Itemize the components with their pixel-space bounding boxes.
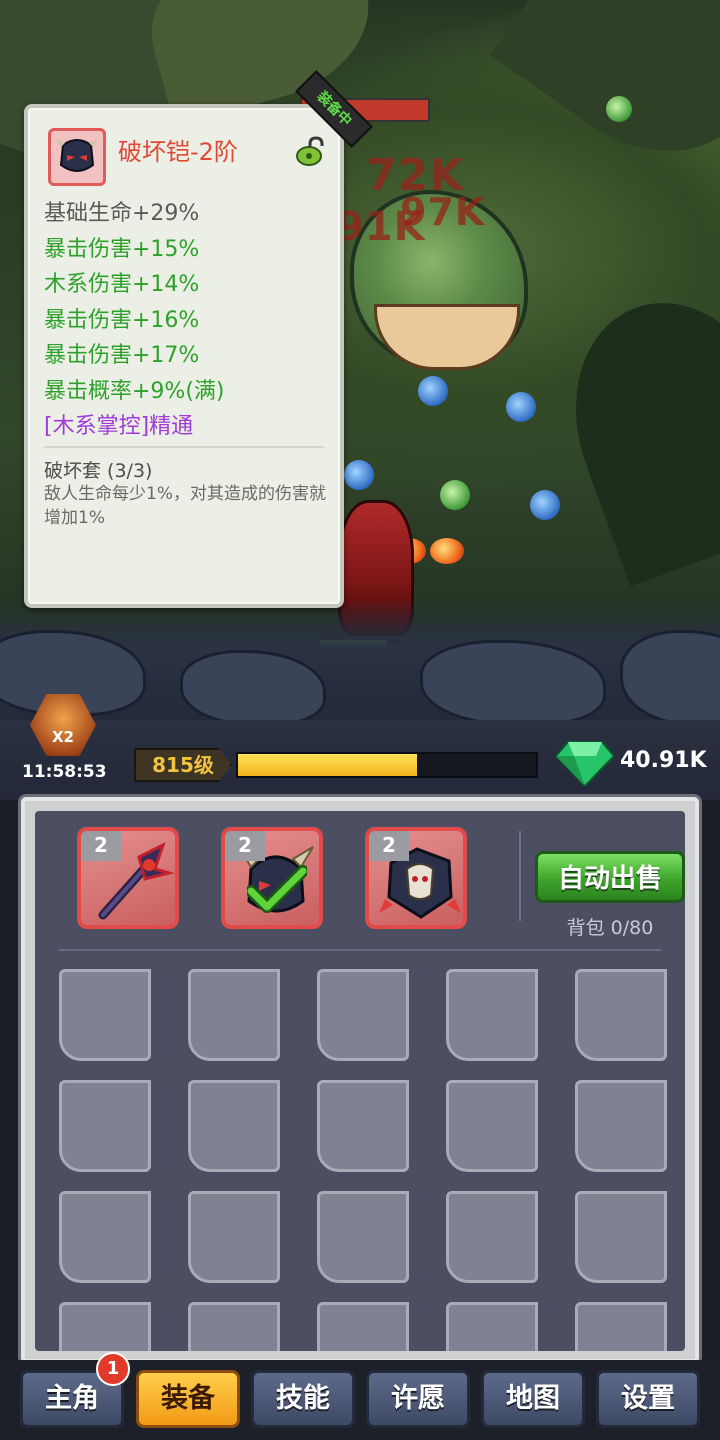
inventory-slot[interactable]	[188, 969, 280, 1061]
inventory-slot[interactable]	[575, 1191, 667, 1283]
tab-settings[interactable]: 设置	[596, 1370, 700, 1428]
inventory-slot[interactable]	[188, 1191, 280, 1283]
inventory-slot[interactable]	[317, 969, 409, 1061]
inventory-slot[interactable]	[59, 1080, 151, 1172]
inventory-slot[interactable]	[317, 1302, 409, 1351]
stat-line: 暴击伤害+15%	[44, 236, 200, 262]
projectile	[344, 460, 374, 490]
equipped-helmet-slot[interactable]: 2	[221, 827, 323, 929]
experience-bar	[236, 752, 538, 778]
item-name: 破坏铠-2阶	[118, 138, 238, 166]
projectile	[506, 392, 536, 422]
equipment-panel-inner: 2 2 2 自动出售 背包 0/80	[35, 811, 685, 1351]
inventory-slot[interactable]	[188, 1302, 280, 1351]
equipment-panel: 2 2 2 自动出售 背包 0/80	[18, 794, 702, 1366]
tab-skills[interactable]: 技能	[251, 1370, 355, 1428]
stat-line: [木系掌控]精通	[44, 414, 194, 439]
gem-count: 40.91K	[620, 748, 707, 773]
inventory-slot[interactable]	[317, 1080, 409, 1172]
tab-wish[interactable]: 许愿	[366, 1370, 470, 1428]
stat-line: 基础生命+29%	[44, 201, 200, 226]
armor-item-icon	[48, 128, 106, 186]
set-bonus-description: 敌人生命每少1%，对其造成的伤害就增加1%	[44, 484, 326, 528]
inventory-slot[interactable]	[446, 969, 538, 1061]
inventory-slot[interactable]	[317, 1191, 409, 1283]
item-tooltip: 破坏铠-2阶 装备中 基础生命+29% 暴击伤害+15% 木系伤害+14% 暴击…	[24, 70, 373, 608]
checkmark-icon	[247, 865, 307, 913]
stat-line: 暴击概率+9%(满)	[44, 378, 225, 404]
inventory-slot[interactable]	[446, 1080, 538, 1172]
set-bonus-title: 破坏套 (3/3)	[44, 460, 153, 482]
damage-number: 91K	[336, 204, 426, 250]
player-level: 815级	[134, 748, 232, 782]
stat-line: 暴击伤害+17%	[44, 343, 200, 368]
inventory-slot[interactable]	[59, 969, 151, 1061]
tab-equipment[interactable]: 装备	[136, 1370, 240, 1428]
inventory-slot[interactable]	[446, 1302, 538, 1351]
tab-map[interactable]: 地图	[481, 1370, 585, 1428]
projectile	[606, 96, 632, 122]
boost-timer: 11:58:53	[22, 762, 107, 782]
inventory-slot[interactable]	[59, 1302, 151, 1351]
divider	[519, 831, 521, 921]
unlock-icon[interactable]	[296, 136, 326, 166]
projectile	[418, 376, 448, 406]
equipped-weapon-slot[interactable]: 2	[77, 827, 179, 929]
inventory-slot[interactable]	[59, 1191, 151, 1283]
boost-label: X2	[51, 728, 74, 746]
divider	[59, 949, 661, 951]
projectile	[530, 490, 560, 520]
inventory-slot[interactable]	[575, 1080, 667, 1172]
inventory-slot[interactable]	[575, 969, 667, 1061]
divider	[44, 446, 324, 448]
inventory-slot[interactable]	[446, 1191, 538, 1283]
item-level: 2	[225, 831, 265, 861]
equipped-armor-slot[interactable]: 2	[365, 827, 467, 929]
bag-capacity: 背包 0/80	[566, 917, 654, 939]
inventory-slot[interactable]	[188, 1080, 280, 1172]
inventory-slot[interactable]	[575, 1302, 667, 1351]
item-level: 2	[369, 831, 409, 861]
item-level: 2	[81, 831, 121, 861]
stat-line: 暴击伤害+16%	[44, 307, 200, 333]
auto-sell-button[interactable]: 自动出售	[535, 851, 685, 903]
stat-line: 木系伤害+14%	[44, 272, 200, 297]
gem-icon	[556, 741, 614, 786]
fireball	[430, 538, 464, 564]
stat-list: 基础生命+29% 暴击伤害+15% 木系伤害+14% 暴击伤害+16% 暴击伤害…	[44, 196, 330, 445]
experience-fill	[238, 754, 417, 776]
rocky-ground	[0, 600, 720, 720]
projectile	[440, 480, 470, 510]
notification-badge: 1	[96, 1352, 130, 1386]
